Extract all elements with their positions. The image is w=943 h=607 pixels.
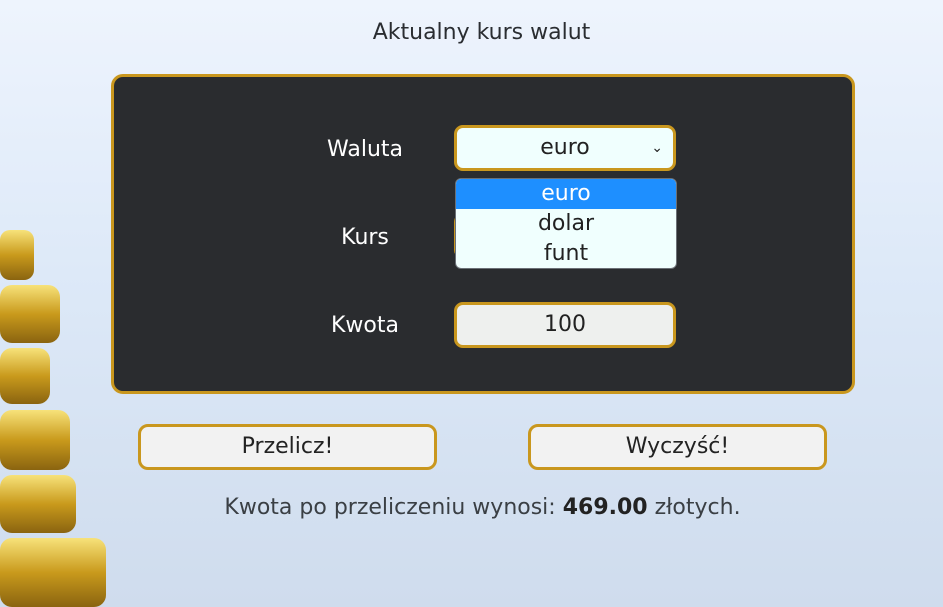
currency-option-funt[interactable]: funt xyxy=(456,239,676,268)
result-prefix: Kwota po przeliczeniu wynosi: xyxy=(224,495,556,520)
result-text: Kwota po przeliczeniu wynosi: 469.00 zło… xyxy=(0,495,943,520)
calculate-button[interactable]: Przelicz! xyxy=(138,424,437,470)
chevron-down-icon: ⌄ xyxy=(651,140,663,156)
currency-option-euro[interactable]: euro xyxy=(456,179,676,209)
currency-label: Waluta xyxy=(327,137,403,162)
currency-dropdown: euro dolar funt xyxy=(455,178,677,269)
currency-select-value: euro xyxy=(540,135,590,160)
currency-option-dolar[interactable]: dolar xyxy=(456,209,676,239)
currency-select[interactable]: euro ⌄ xyxy=(454,125,676,171)
page-title: Aktualny kurs walut xyxy=(372,20,591,45)
result-value: 469.00 xyxy=(562,495,648,520)
converter-panel: Waluta euro ⌄ Kurs Kwota 100 euro dolar … xyxy=(111,74,855,394)
rate-label: Kurs xyxy=(341,225,389,250)
amount-label: Kwota xyxy=(331,313,399,338)
result-suffix: złotych. xyxy=(654,495,741,520)
clear-button[interactable]: Wyczyść! xyxy=(528,424,827,470)
amount-field[interactable]: 100 xyxy=(454,302,676,348)
